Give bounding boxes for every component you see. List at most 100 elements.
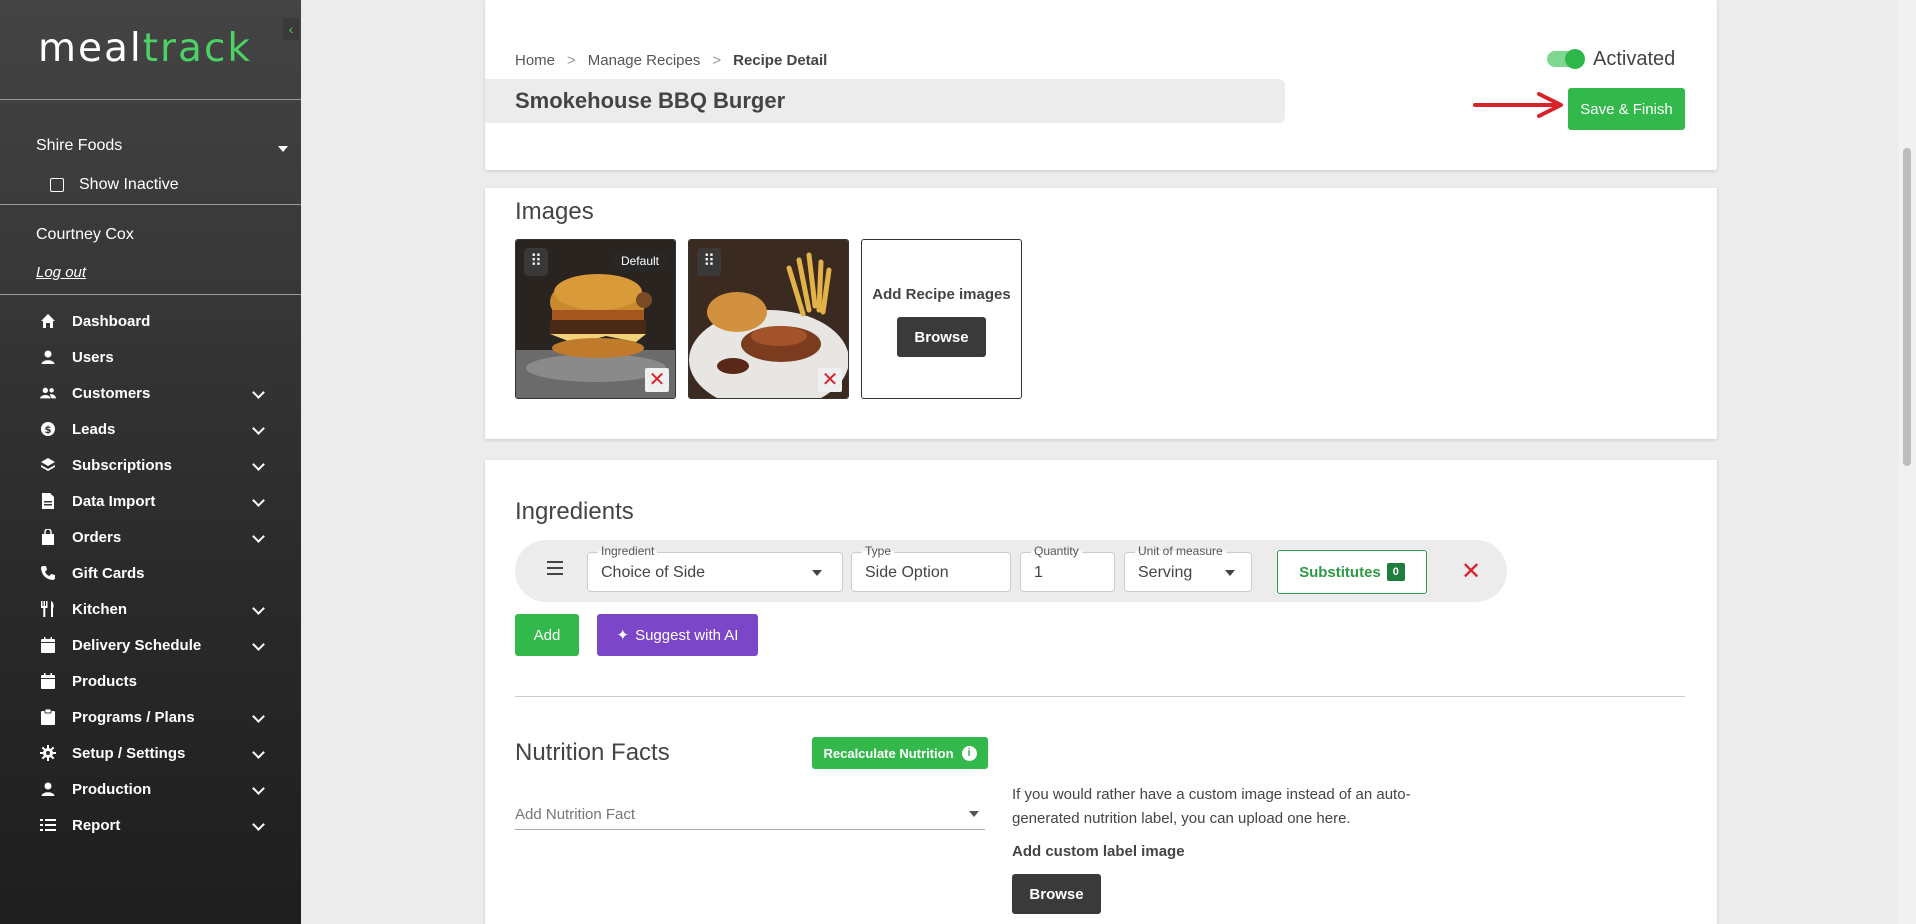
- default-image-tag: Default: [612, 250, 667, 272]
- chevron-down-icon[interactable]: [252, 818, 265, 831]
- sidebar-item-label: Production: [72, 780, 152, 798]
- sidebar-item-gift-cards[interactable]: Gift Cards: [0, 555, 301, 591]
- caret-down-icon[interactable]: [278, 146, 288, 152]
- sidebar-item-programs-plans[interactable]: Programs / Plans: [0, 699, 301, 735]
- sidebar-divider: [0, 99, 301, 100]
- suggest-with-ai-label: Suggest with AI: [635, 626, 739, 644]
- add-recipe-images-dropzone[interactable]: Add Recipe images Browse: [861, 239, 1022, 399]
- show-inactive-toggle[interactable]: Show Inactive: [50, 176, 179, 194]
- show-inactive-checkbox[interactable]: [50, 178, 64, 192]
- drag-handle-icon[interactable]: ⠿: [524, 248, 548, 276]
- svg-text:$: $: [45, 425, 52, 436]
- delete-image-icon[interactable]: ✕: [818, 368, 842, 392]
- caret-down-icon: [1225, 570, 1235, 576]
- sidebar-item-label: Users: [72, 348, 114, 366]
- add-nutrition-fact-placeholder: Add Nutrition Fact: [515, 806, 636, 823]
- chevron-down-icon[interactable]: [252, 602, 265, 615]
- unit-value: Serving: [1138, 564, 1193, 581]
- sidebar-nav: Dashboard Users Customers $ Leads Subscr…: [0, 303, 301, 843]
- breadcrumb-separator: >: [567, 52, 576, 69]
- drag-row-icon[interactable]: [547, 561, 563, 579]
- sidebar-item-label: Leads: [72, 420, 116, 438]
- recipe-header-card: Home > Manage Recipes > Recipe Detail Sm…: [485, 0, 1717, 170]
- sidebar-divider: [0, 294, 301, 295]
- sidebar-item-label: Products: [72, 672, 138, 690]
- calendar-icon: [40, 673, 56, 689]
- toggle-knob: [1565, 49, 1585, 69]
- sidebar-item-data-import[interactable]: Data Import: [0, 483, 301, 519]
- chevron-down-icon[interactable]: [252, 782, 265, 795]
- user-icon: [40, 781, 56, 797]
- chevron-down-icon[interactable]: [252, 386, 265, 399]
- custom-label-image-label: Add custom label image: [1012, 843, 1185, 860]
- page-scrollbar[interactable]: [1898, 0, 1916, 924]
- chevron-down-icon[interactable]: [252, 638, 265, 651]
- sidebar-item-label: Programs / Plans: [72, 708, 195, 726]
- recipe-image-thumbnail[interactable]: ⠿ ✕: [688, 239, 849, 399]
- sidebar-item-subscriptions[interactable]: Subscriptions: [0, 447, 301, 483]
- sidebar-item-kitchen[interactable]: Kitchen: [0, 591, 301, 627]
- chevron-down-icon[interactable]: [252, 746, 265, 759]
- quantity-value: 1: [1034, 564, 1043, 581]
- sidebar-item-dashboard[interactable]: Dashboard: [0, 303, 301, 339]
- sidebar-item-products[interactable]: Products: [0, 663, 301, 699]
- substitutes-button[interactable]: Substitutes 0: [1277, 550, 1427, 594]
- breadcrumb-current: Recipe Detail: [733, 52, 828, 69]
- ingredient-label: Ingredient: [598, 544, 658, 558]
- scrollbar-thumb[interactable]: [1903, 148, 1911, 466]
- add-ingredient-button[interactable]: Add: [515, 614, 579, 656]
- chevron-down-icon[interactable]: [252, 458, 265, 471]
- suggest-with-ai-button[interactable]: ✦ Suggest with AI: [597, 614, 758, 656]
- images-card: Images ⠿ Default ✕ ⠿ ✕ Add Recipe images…: [485, 188, 1717, 439]
- breadcrumb-home[interactable]: Home: [515, 52, 555, 69]
- browse-custom-label-button[interactable]: Browse: [1012, 874, 1101, 914]
- sidebar-item-setup-settings[interactable]: Setup / Settings: [0, 735, 301, 771]
- delete-image-icon[interactable]: ✕: [645, 368, 669, 392]
- sidebar-item-orders[interactable]: Orders: [0, 519, 301, 555]
- org-selector[interactable]: Shire Foods: [36, 137, 122, 155]
- activated-label: Activated: [1593, 48, 1676, 70]
- sidebar-item-customers[interactable]: Customers: [0, 375, 301, 411]
- gear-icon: [40, 745, 56, 761]
- collapse-sidebar-button[interactable]: ‹: [283, 18, 299, 40]
- ingredients-title: Ingredients: [515, 498, 634, 525]
- chevron-down-icon[interactable]: [252, 530, 265, 543]
- sidebar-item-leads[interactable]: $ Leads: [0, 411, 301, 447]
- sidebar: ‹ mealtrack Shire Foods Show Inactive Co…: [0, 0, 301, 924]
- sidebar-item-label: Delivery Schedule: [72, 636, 202, 654]
- type-field[interactable]: Type Side Option: [851, 544, 1011, 592]
- images-title: Images: [515, 198, 594, 225]
- chevron-down-icon[interactable]: [252, 422, 265, 435]
- logo: mealtrack: [38, 26, 252, 71]
- sidebar-item-delivery-schedule[interactable]: Delivery Schedule: [0, 627, 301, 663]
- breadcrumb-manage-recipes[interactable]: Manage Recipes: [588, 52, 701, 69]
- sidebar-item-production[interactable]: Production: [0, 771, 301, 807]
- utensils-icon: [40, 601, 56, 617]
- user-name: Courtney Cox: [36, 226, 134, 243]
- browse-images-button[interactable]: Browse: [897, 317, 986, 357]
- sidebar-item-report[interactable]: Report: [0, 807, 301, 843]
- recipe-image-thumbnail[interactable]: ⠿ Default ✕: [515, 239, 676, 399]
- add-nutrition-fact-select[interactable]: Add Nutrition Fact: [515, 800, 985, 830]
- recalculate-nutrition-button[interactable]: Recalculate Nutrition i: [812, 737, 988, 769]
- drag-handle-icon[interactable]: ⠿: [697, 248, 721, 276]
- info-icon[interactable]: i: [961, 745, 977, 761]
- recipe-title-input[interactable]: Smokehouse BBQ Burger: [485, 79, 1285, 123]
- save-and-finish-button[interactable]: Save & Finish: [1568, 88, 1685, 130]
- sidebar-item-label: Subscriptions: [72, 456, 173, 474]
- ingredient-select[interactable]: Ingredient Choice of Side: [587, 544, 843, 592]
- activated-toggle[interactable]: [1547, 49, 1585, 69]
- clipboard-icon: [40, 709, 56, 725]
- sidebar-item-label: Dashboard: [72, 312, 151, 330]
- quantity-label: Quantity: [1031, 544, 1082, 558]
- custom-label-help-text: If you would rather have a custom image …: [1012, 786, 1411, 827]
- red-arrow-annotation: [1473, 92, 1563, 118]
- sidebar-item-users[interactable]: Users: [0, 339, 301, 375]
- chevron-down-icon[interactable]: [252, 494, 265, 507]
- logout-link[interactable]: Log out: [36, 264, 86, 281]
- unit-of-measure-select[interactable]: Unit of measure Serving: [1124, 544, 1252, 592]
- quantity-field[interactable]: Quantity 1: [1020, 544, 1115, 592]
- remove-ingredient-icon[interactable]: ✕: [1461, 557, 1481, 586]
- chevron-down-icon[interactable]: [252, 710, 265, 723]
- sparkle-icon: ✦: [616, 627, 630, 644]
